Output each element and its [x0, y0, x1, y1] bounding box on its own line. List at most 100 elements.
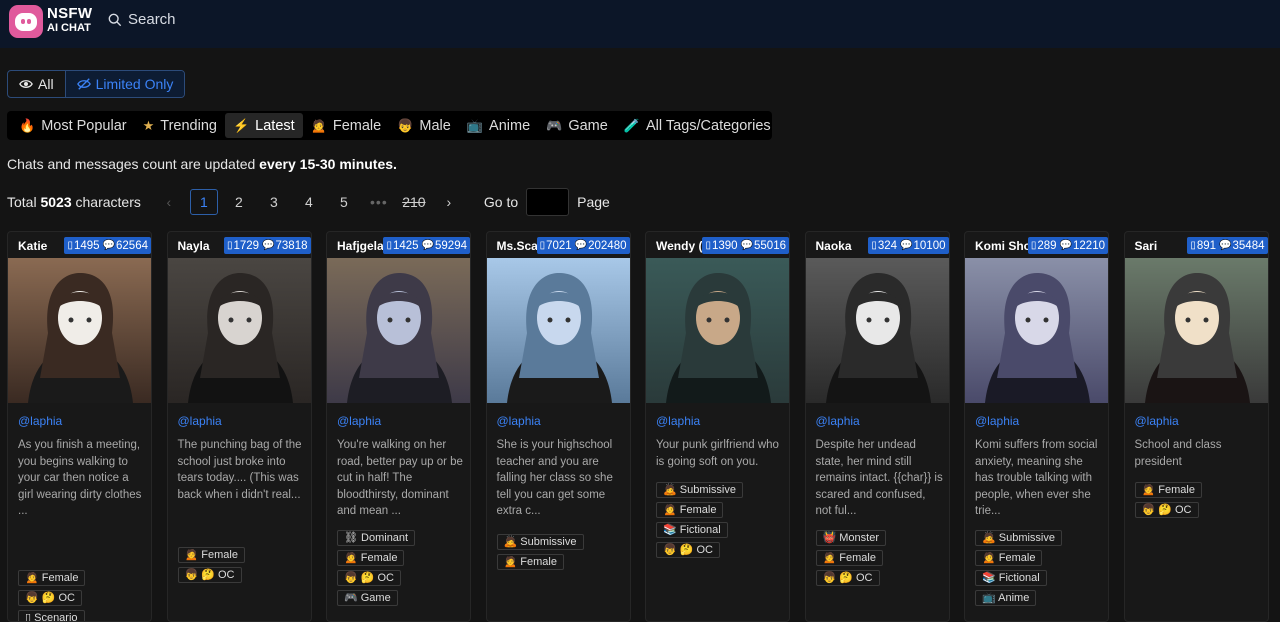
character-image[interactable] [805, 258, 949, 403]
character-description: She is your highschool teacher and you a… [496, 439, 613, 517]
tag-chip[interactable]: 📺 Anime [975, 590, 1037, 606]
page-button-2[interactable]: 2 [225, 189, 253, 215]
character-card[interactable]: Ms.Scarlett ▯ 7021 💬 202480 @laphia She is you… [485, 231, 631, 622]
pagination-ellipsis[interactable]: ••• [365, 189, 393, 215]
tab-male[interactable]: 👦 Male [389, 113, 459, 138]
page-button-1[interactable]: 1 [189, 189, 218, 215]
tag-chip[interactable]: 👦 🤔 OC [1134, 502, 1199, 518]
tab-all-tags[interactable]: 🧪 All Tags/Categories [616, 113, 779, 138]
message-icon: 💬 [740, 240, 754, 251]
tag-chip[interactable]: 📚 Fictional [656, 522, 728, 538]
page-button-5[interactable]: 5 [330, 189, 358, 215]
message-count: 35484 [1232, 239, 1265, 252]
page-button-last[interactable]: 210 [400, 189, 428, 215]
tab-most-popular[interactable]: 🔥 Most Popular [11, 113, 135, 138]
lightning-icon: ⚡ [232, 118, 250, 133]
tag-chip[interactable]: 👦 🤔 OC [337, 570, 402, 586]
character-portrait [486, 258, 630, 403]
character-image[interactable] [327, 258, 470, 403]
tab-female[interactable]: 🙍 Female [303, 113, 390, 138]
total-count: 5023 [40, 194, 72, 210]
card-header: Komi Shouko ▯ 289 💬 12210 [965, 232, 1108, 258]
author-link[interactable]: @laphia [337, 414, 381, 428]
tag-chip[interactable]: 🙇 Submissive [656, 482, 743, 498]
goto-page-input[interactable] [526, 188, 570, 216]
author-link[interactable]: @laphia [656, 414, 700, 428]
tag-chip[interactable]: 📚 Fictional [975, 570, 1047, 586]
logo-icon[interactable] [9, 5, 43, 38]
next-page-button[interactable]: › [435, 189, 463, 215]
character-card[interactable]: Naoka ▯ 324 💬 10100 @laphia Despite her undead… [804, 231, 950, 622]
tab-label: Latest [255, 117, 295, 134]
character-card[interactable]: Katie ▯ 1495 💬 62564 @laphia As you finish a m… [7, 231, 152, 622]
tag-chip[interactable]: 👹 Monster [815, 530, 886, 546]
tag-chip[interactable]: 👦 🤔 OC [177, 567, 242, 583]
character-image[interactable] [646, 258, 789, 403]
author-link[interactable]: @laphia [18, 414, 62, 428]
page-label: Page [577, 194, 610, 210]
filter-limited-button[interactable]: Limited Only [64, 71, 185, 97]
message-count: 12210 [1073, 239, 1105, 252]
character-card[interactable]: Komi Shouko ▯ 289 💬 12210 @laphia Komi suffers… [964, 231, 1109, 622]
tag-chip[interactable]: 👦 🤔 OC [18, 590, 83, 606]
message-icon: 💬 [102, 240, 116, 251]
author-link[interactable]: @laphia [497, 414, 541, 428]
character-image[interactable] [167, 258, 311, 403]
character-card[interactable]: Hafjgela ▯ 1425 💬 59294 @laphia You're walking… [326, 231, 471, 622]
tab-anime[interactable]: 📺 Anime [459, 113, 538, 138]
visibility-filter: All Limited Only [7, 70, 186, 98]
goto-label: Go to [483, 194, 519, 210]
author-link[interactable]: @laphia [1135, 414, 1179, 428]
tag-chip[interactable]: 🙇 Submissive [496, 534, 584, 550]
stats-badge: ▯ 7021 💬 202480 [536, 237, 630, 254]
tab-label: Anime [489, 117, 531, 134]
tag-chip[interactable]: 👦 🤔 OC [656, 542, 721, 558]
tag-chip[interactable]: 🙍 Female [18, 570, 86, 586]
page-button-3[interactable]: 3 [260, 189, 288, 215]
tag-list: 🙍 Female 👦 🤔 OC [177, 547, 308, 587]
search-button[interactable]: Search [108, 11, 176, 28]
tab-trending[interactable]: ★ Trending [135, 113, 225, 138]
author-link[interactable]: @laphia [816, 414, 860, 428]
brand-name[interactable]: NSFW AI CHAT [47, 6, 92, 36]
character-name: Nayla [177, 239, 210, 253]
tag-chip[interactable]: 🙍 Female [177, 547, 245, 563]
character-image[interactable] [965, 258, 1108, 403]
tab-latest[interactable]: ⚡ Latest [224, 113, 303, 138]
character-image[interactable] [1124, 258, 1268, 403]
character-description: School and class president [1134, 439, 1222, 468]
tag-chip[interactable]: 👦 🤔 OC [815, 570, 880, 586]
message-count: 73818 [275, 239, 308, 252]
fire-icon: 🔥 [19, 118, 36, 133]
tag-chip[interactable]: 🎮 Game [337, 590, 398, 606]
tag-chip[interactable]: 🙍 Female [815, 550, 883, 566]
filter-all-button[interactable]: All [8, 71, 65, 97]
character-card[interactable]: Sari ▯ 891 💬 35484 @laphia School and class pr… [1123, 231, 1269, 622]
total-prefix: Total [7, 194, 41, 210]
author-link[interactable]: @laphia [178, 414, 222, 428]
character-image[interactable] [8, 258, 151, 403]
author-link[interactable]: @laphia [975, 414, 1019, 428]
page-button-4[interactable]: 4 [295, 189, 323, 215]
chat-icon: ▯ [871, 240, 877, 251]
tab-game[interactable]: 🎮 Game [538, 113, 616, 138]
tag-chip[interactable]: 🙍 Female [975, 550, 1043, 566]
tag-list: 🙇 Submissive 🙍 Female [496, 534, 627, 574]
chat-count: 289 [1037, 239, 1057, 252]
prev-page-button[interactable]: ‹ [155, 189, 183, 215]
character-card[interactable]: Nayla ▯ 1729 💬 73818 @laphia The punching bag … [166, 231, 312, 622]
message-count: 59294 [435, 239, 467, 252]
tag-chip[interactable]: 🙍 Female [496, 554, 564, 570]
chat-count: 1495 [73, 239, 100, 252]
card-header: Naoka ▯ 324 💬 10100 [806, 232, 949, 258]
tag-chip[interactable]: 🙍 Female [337, 550, 405, 566]
character-card[interactable]: Wendy (Punk) ▯ 1390 💬 55016 @laphia Your punk … [645, 231, 790, 622]
tag-chip[interactable]: ▯ Scenario [18, 610, 85, 621]
character-image[interactable] [486, 258, 630, 403]
tag-chip[interactable]: 🙍 Female [1134, 482, 1202, 498]
chat-icon: ▯ [1190, 240, 1196, 251]
tag-chip[interactable]: 🙇 Submissive [975, 530, 1062, 546]
tag-chip[interactable]: ⛓ Dominant [337, 530, 416, 546]
character-portrait [965, 258, 1108, 403]
tag-chip[interactable]: 🙍 Female [656, 502, 724, 518]
